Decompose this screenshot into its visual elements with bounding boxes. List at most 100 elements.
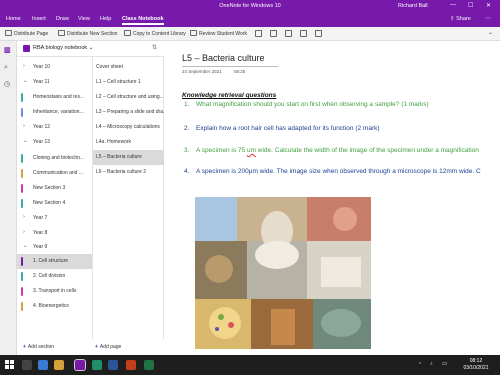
notebooks-icon[interactable]: ▥ xyxy=(4,46,11,54)
plus-icon: + xyxy=(95,344,98,350)
distribute-new-section-button[interactable]: Distribute New Section xyxy=(58,30,118,37)
network-icon[interactable]: ◔ xyxy=(418,361,421,367)
excel-icon[interactable] xyxy=(144,360,154,370)
more-options-icon[interactable]: ⋯ xyxy=(485,15,491,22)
close-button[interactable]: ✕ xyxy=(486,2,491,9)
distribute-page-label: Distribute Page xyxy=(14,31,49,37)
volume-icon[interactable]: ♪ xyxy=(430,361,433,367)
review-icon xyxy=(190,30,197,36)
page-title[interactable]: L5 – Bacteria culture xyxy=(182,53,265,63)
spellcheck-word: um xyxy=(246,147,256,154)
section-group-year-10[interactable]: › Year 10 xyxy=(17,60,92,75)
page-item-l5[interactable]: L5 – Bacteria culture xyxy=(93,150,165,165)
recent-icon[interactable]: ◷ xyxy=(4,80,10,88)
section-new-section-3[interactable]: New Section 3 xyxy=(17,181,92,196)
section-label: Homeostasis and res... xyxy=(33,94,85,100)
search-taskbar-icon[interactable] xyxy=(22,360,32,370)
section-color-tab xyxy=(21,199,23,208)
settings-icon[interactable] xyxy=(285,30,292,37)
distribute-page-button[interactable]: Distribute Page xyxy=(5,30,48,37)
search-icon[interactable]: ⌕ xyxy=(4,64,8,72)
teams-icon[interactable] xyxy=(315,30,322,37)
notebook-icon xyxy=(23,45,30,52)
section-homeostasis[interactable]: Homeostasis and res... xyxy=(17,90,92,105)
onenote-taskbar-icon[interactable] xyxy=(74,359,86,371)
share-button[interactable]: ⇧ Share xyxy=(450,16,471,22)
page-item-l3[interactable]: L3 – Preparing a slide and dra... xyxy=(93,105,167,120)
section-label: Communication and ... xyxy=(33,170,84,176)
file-explorer-icon[interactable] xyxy=(54,360,64,370)
distribute-page-icon xyxy=(5,30,12,36)
start-windows-icon[interactable] xyxy=(5,360,15,370)
page-item-l2[interactable]: L2 – Cell structure and using... xyxy=(93,90,165,105)
section-group-year-13[interactable]: ⌄ Year 13 xyxy=(17,135,92,150)
ribbon-collapse-icon[interactable]: ⌄ xyxy=(488,29,493,36)
sort-icon[interactable]: ⇅ xyxy=(152,44,157,51)
add-bar: + Add section + Add page xyxy=(17,340,164,355)
notebook-name[interactable]: RBA biology notebook ⌄ xyxy=(33,45,93,51)
addins-icon[interactable] xyxy=(270,30,277,37)
section-group-year-12[interactable]: › Year 12 xyxy=(17,120,92,135)
class-notebook-tool-icon[interactable] xyxy=(255,30,262,37)
section-new-section-4[interactable]: New Section 4 xyxy=(17,196,92,211)
powerpoint-icon[interactable] xyxy=(126,360,136,370)
chevron-right-icon: › xyxy=(23,63,25,69)
section-bioenergetics[interactable]: 4. Bioenergetics xyxy=(17,299,92,314)
notebook-header[interactable]: RBA biology notebook ⌄ ⇅ xyxy=(17,41,164,57)
page-item-l4a[interactable]: L4a. Homework xyxy=(93,135,165,150)
word-icon[interactable] xyxy=(108,360,118,370)
section-group-year-8[interactable]: › Year 8 xyxy=(17,226,92,241)
section-group-year-7[interactable]: › Year 7 xyxy=(17,211,92,226)
section-group-year-11[interactable]: ⌄ Year 11 xyxy=(17,75,92,90)
tab-help[interactable]: Help xyxy=(100,16,111,22)
page-item-cover-sheet[interactable]: Cover sheet xyxy=(93,60,165,75)
section-cloning[interactable]: Cloning and biotechn... xyxy=(17,151,92,166)
question-3[interactable]: 3. A specimen is 75 um wide. Calculate th… xyxy=(184,147,479,154)
questions-heading[interactable]: Knowledge retrieval questions xyxy=(182,92,276,99)
section-inheritance[interactable]: Inheritance, variation... xyxy=(17,105,92,120)
microbiology-collage-image[interactable] xyxy=(195,197,371,349)
add-section-button[interactable]: + Add section xyxy=(23,344,54,350)
question-2[interactable]: 2. Explain how a root hair cell has adapt… xyxy=(184,125,380,132)
tab-view[interactable]: View xyxy=(78,16,90,22)
tab-home[interactable]: Home xyxy=(6,16,21,22)
battery-icon[interactable]: ▭ xyxy=(442,361,447,367)
review-student-work-button[interactable]: Review Student Work xyxy=(190,30,247,37)
tab-draw[interactable]: Draw xyxy=(56,16,69,22)
copy-to-content-library-button[interactable]: Copy to Content Library xyxy=(124,30,186,37)
section-color-tab xyxy=(21,108,23,117)
title-underline xyxy=(182,66,278,67)
title-bar: OneNote for Windows 10 Richard Ball — ☐ … xyxy=(0,0,500,13)
section-label: 1. Cell structure xyxy=(33,258,69,264)
taskbar-clock[interactable]: 08:12 03/10/2021 xyxy=(462,358,490,372)
page-item-l6[interactable]: L6 – Bacteria culture 2 xyxy=(93,165,165,180)
section-label: Year 10 xyxy=(33,64,51,70)
chevron-down-icon: ⌄ xyxy=(23,138,28,144)
maximize-button[interactable]: ☐ xyxy=(468,2,473,9)
edge-icon[interactable] xyxy=(92,360,102,370)
page-canvas[interactable]: L5 – Bacteria culture 24 September 2021 … xyxy=(164,41,500,355)
section-cell-structure[interactable]: 1. Cell structure xyxy=(17,254,92,269)
tab-insert[interactable]: Insert xyxy=(32,16,46,22)
page-item-l1[interactable]: L1 – Cell structure 1 xyxy=(93,75,165,90)
chevron-down-icon: ⌄ xyxy=(88,45,94,51)
question-text: What magnification should you start on f… xyxy=(196,101,429,108)
section-group-year-9[interactable]: ⌄ Year 9 xyxy=(17,240,92,255)
question-1[interactable]: 1. What magnification should you start on… xyxy=(184,101,429,108)
question-4[interactable]: 4. A specimen is 200µm wide. The image si… xyxy=(184,168,481,175)
section-cell-division[interactable]: 2. Cell division xyxy=(17,269,92,284)
add-page-button[interactable]: + Add page xyxy=(95,344,121,350)
menu-tabs: Home Insert Draw View Help Class Noteboo… xyxy=(0,13,500,27)
user-name[interactable]: Richard Ball xyxy=(398,3,428,9)
section-transport-in-cells[interactable]: 3. Transport in cells xyxy=(17,284,92,299)
question-number: 4. xyxy=(184,168,190,175)
page-item-l4[interactable]: L4 – Microscopy calculations xyxy=(93,120,165,135)
plus-icon: + xyxy=(23,344,26,350)
section-label: 2. Cell division xyxy=(33,273,66,279)
lock-icon[interactable] xyxy=(300,30,307,37)
minimize-button[interactable]: — xyxy=(450,2,456,8)
section-label: 3. Transport in cells xyxy=(33,288,77,294)
task-view-icon[interactable] xyxy=(38,360,48,370)
section-communication[interactable]: Communication and ... xyxy=(17,166,92,181)
tab-class-notebook[interactable]: Class Notebook xyxy=(122,16,164,25)
